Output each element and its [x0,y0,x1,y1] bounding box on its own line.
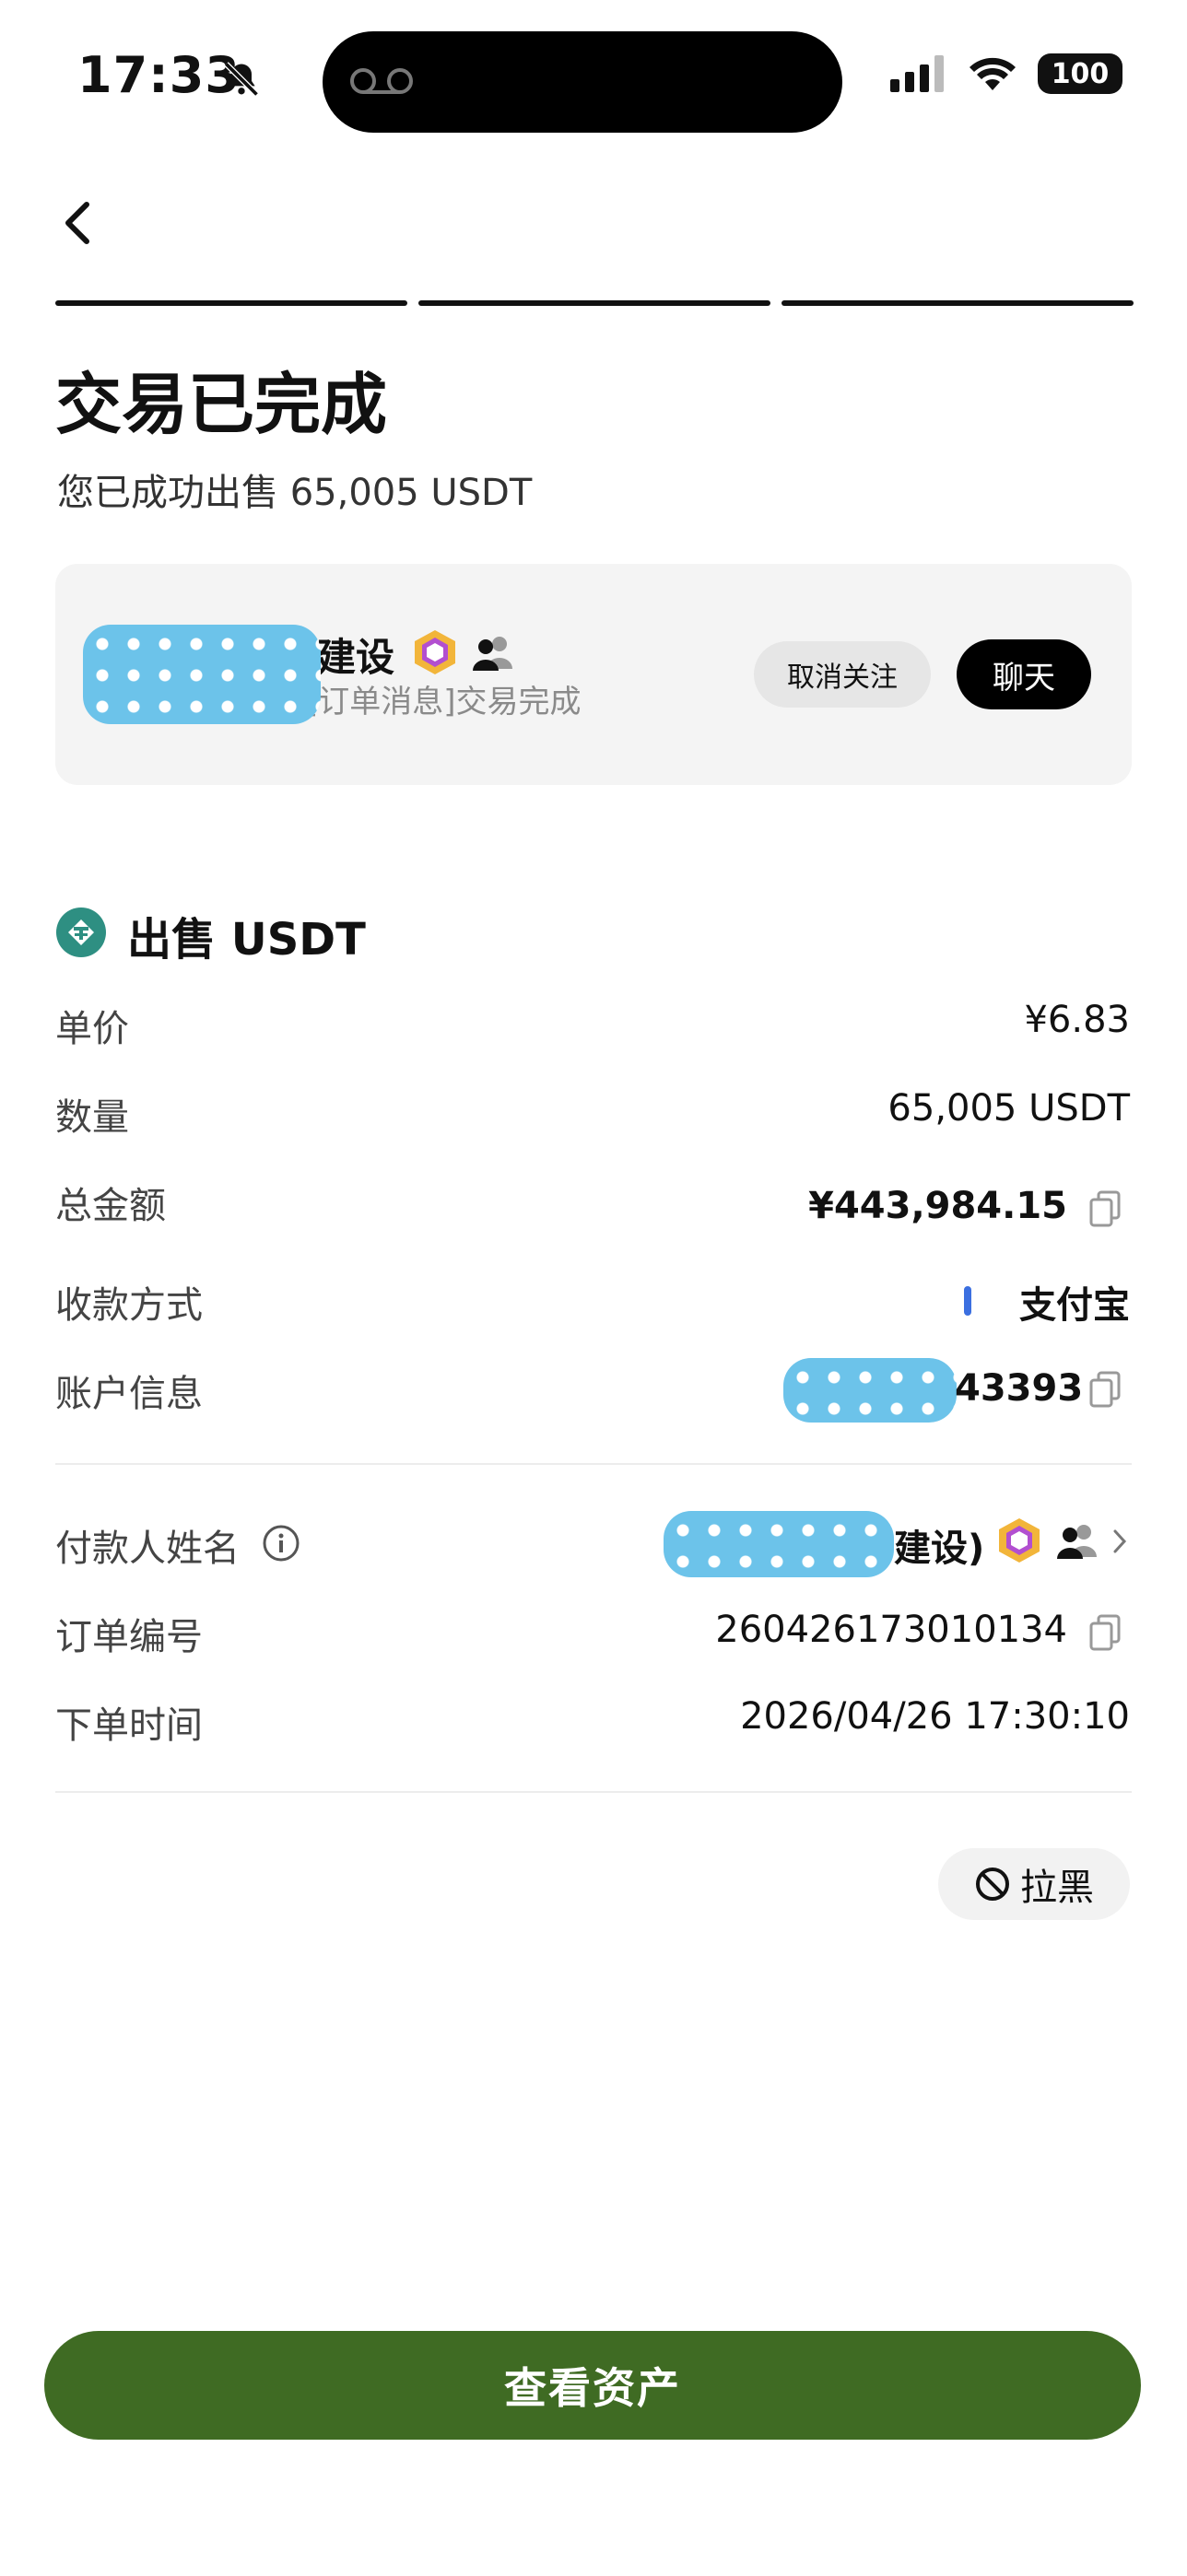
price-label: 单价 [55,1008,129,1050]
dynamic-island [323,31,842,133]
order-label: 订单编号 [55,1616,203,1658]
quantity-label: 数量 [55,1096,129,1139]
chat-button[interactable]: 聊天 [957,639,1091,709]
method-value: 支付宝 [1019,1284,1130,1327]
time-label: 下单时间 [55,1704,203,1747]
progress-step-1 [55,300,407,306]
status-icons: 100 [890,53,1122,94]
redacted-payer [664,1511,894,1577]
divider [55,1463,1132,1465]
view-assets-button[interactable]: 查看资产 [44,2331,1141,2440]
badge-hexagon-icon [997,1516,1041,1568]
progress-step-3 [782,300,1134,306]
block-button[interactable]: 拉黑 [938,1848,1130,1920]
copy-icon[interactable] [1087,1612,1124,1657]
alipay-indicator [964,1286,971,1316]
counterparty-name[interactable]: 建设 [317,626,394,683]
redacted-account [783,1358,957,1423]
page-subtitle: 您已成功出售 65,005 USDT [57,472,533,514]
total-label: 总金额 [55,1185,166,1227]
method-label: 收款方式 [55,1284,203,1327]
voicemail-icon [350,68,413,94]
status-time: 17:33 [77,46,241,104]
tether-coin-icon [55,907,107,962]
order-value: 260426173010134 [715,1609,1067,1651]
progress-step-2 [418,300,770,306]
time-value: 2026/04/26 17:30:10 [740,1695,1130,1738]
account-value: 43393 [955,1367,1084,1410]
unfollow-button[interactable]: 取消关注 [754,641,931,708]
signal-icon [890,55,944,92]
back-chevron-icon[interactable] [57,197,98,252]
page-title: 交易已完成 [55,366,388,443]
block-label: 拉黑 [1020,1867,1094,1909]
group-icon [1054,1522,1099,1563]
battery-indicator: 100 [1038,53,1122,94]
copy-icon[interactable] [1087,1188,1124,1233]
info-icon[interactable] [262,1524,300,1566]
payer-label: 付款人姓名 [55,1528,240,1570]
section-title: 出售 USDT [127,914,366,966]
account-label: 账户信息 [55,1373,203,1415]
payer-value[interactable]: 建设) [894,1518,984,1572]
chevron-right-icon[interactable] [1110,1526,1130,1561]
wifi-icon [970,57,1016,90]
quantity-value: 65,005 USDT [887,1087,1130,1130]
last-message: [订单消息]交易完成 [306,684,582,720]
total-value: ¥443,984.15 [808,1185,1067,1227]
copy-icon[interactable] [1087,1369,1124,1413]
group-icon [470,634,514,674]
redacted-name [83,625,321,724]
price-value: ¥6.83 [1024,999,1130,1041]
block-icon [976,1868,1009,1901]
bell-slash-icon [221,59,262,103]
badge-hexagon-icon [413,628,457,680]
divider [55,1791,1132,1793]
